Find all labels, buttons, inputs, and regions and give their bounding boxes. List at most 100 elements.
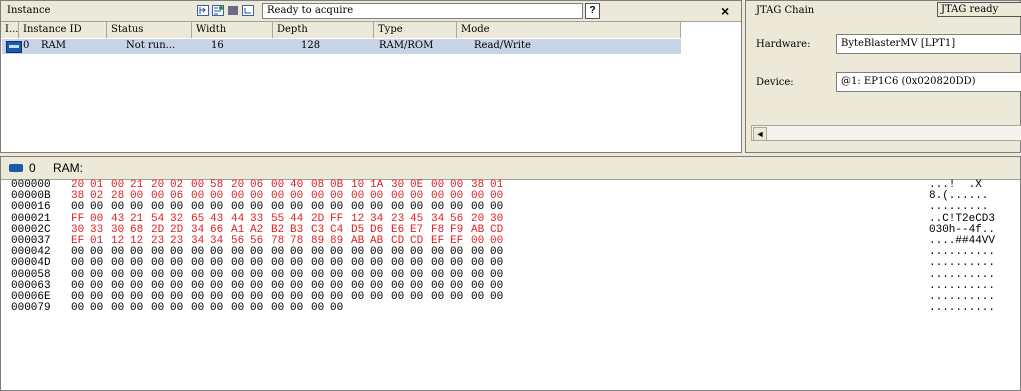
memory-byte[interactable]: 00: [450, 269, 463, 281]
memory-byte[interactable]: 00: [471, 292, 484, 303]
memory-byte[interactable]: 00: [471, 202, 484, 213]
memory-byte[interactable]: 00: [351, 269, 364, 281]
column-header-instance-id[interactable]: Instance ID: [19, 22, 107, 38]
memory-byte[interactable]: 00: [431, 202, 444, 213]
memory-byte[interactable]: 00: [370, 202, 383, 213]
memory-byte[interactable]: 00: [191, 303, 204, 314]
memory-byte[interactable]: 00: [71, 303, 84, 314]
memory-byte[interactable]: 00: [351, 202, 364, 213]
horizontal-scrollbar[interactable]: ◄: [751, 125, 1021, 141]
memory-byte[interactable]: 00: [130, 258, 143, 269]
memory-byte[interactable]: 00: [290, 269, 303, 281]
memory-byte[interactable]: 00: [370, 258, 383, 269]
memory-byte[interactable]: 44: [290, 213, 303, 225]
memory-byte[interactable]: 00: [170, 269, 183, 281]
memory-byte[interactable]: 00: [191, 269, 204, 281]
memory-byte[interactable]: 00: [231, 269, 244, 281]
memory-byte[interactable]: 2D: [311, 213, 324, 225]
memory-byte[interactable]: 00: [311, 202, 324, 213]
memory-byte[interactable]: 00: [290, 202, 303, 213]
memory-byte[interactable]: 20: [471, 213, 484, 225]
memory-byte[interactable]: 00: [210, 269, 223, 281]
memory-byte[interactable]: 00: [410, 202, 423, 213]
memory-byte[interactable]: 00: [271, 258, 284, 269]
memory-byte[interactable]: 34: [370, 213, 383, 225]
memory-byte[interactable]: 00: [311, 269, 324, 281]
autorun-analysis-icon[interactable]: [212, 5, 224, 16]
memory-byte[interactable]: 00: [330, 258, 343, 269]
close-icon[interactable]: ×: [721, 3, 729, 19]
memory-byte[interactable]: 00: [490, 202, 503, 213]
memory-byte[interactable]: 00: [90, 202, 103, 213]
memory-byte[interactable]: 00: [311, 303, 324, 314]
memory-byte[interactable]: 00: [490, 258, 503, 269]
memory-byte[interactable]: 32: [170, 213, 183, 225]
memory-byte[interactable]: 00: [391, 269, 404, 281]
column-header-type[interactable]: Type: [374, 22, 457, 38]
memory-byte[interactable]: 44: [231, 213, 244, 225]
device-select[interactable]: @1: EP1C6 (0x020820DD): [836, 72, 1021, 92]
memory-byte[interactable]: 00: [431, 292, 444, 303]
memory-byte[interactable]: 00: [151, 258, 164, 269]
memory-byte[interactable]: 00: [250, 303, 263, 314]
memory-byte[interactable]: 00: [250, 202, 263, 213]
memory-byte[interactable]: 00: [71, 269, 84, 281]
memory-byte[interactable]: 00: [311, 258, 324, 269]
memory-byte[interactable]: 00: [250, 258, 263, 269]
memory-byte[interactable]: 23: [391, 213, 404, 225]
memory-byte[interactable]: 00: [151, 202, 164, 213]
memory-byte[interactable]: 00: [250, 269, 263, 281]
memory-byte[interactable]: 43: [210, 213, 223, 225]
memory-byte[interactable]: 54: [151, 213, 164, 225]
memory-byte[interactable]: 00: [170, 258, 183, 269]
stop-analysis-icon[interactable]: [227, 5, 239, 16]
column-header-mode[interactable]: Mode: [457, 22, 681, 38]
memory-byte[interactable]: 00: [210, 202, 223, 213]
memory-byte[interactable]: 34: [431, 213, 444, 225]
memory-byte[interactable]: 00: [391, 258, 404, 269]
help-button[interactable]: ?: [585, 3, 600, 19]
column-header-index[interactable]: I...: [1, 22, 19, 38]
column-header-width[interactable]: Width: [192, 22, 273, 38]
memory-byte[interactable]: 00: [111, 269, 124, 281]
memory-byte[interactable]: 00: [471, 269, 484, 281]
memory-byte[interactable]: 00: [370, 292, 383, 303]
memory-byte[interactable]: 00: [471, 258, 484, 269]
memory-byte[interactable]: 00: [431, 258, 444, 269]
memory-byte[interactable]: 00: [290, 303, 303, 314]
memory-byte[interactable]: 00: [450, 258, 463, 269]
memory-byte[interactable]: 00: [290, 258, 303, 269]
table-row[interactable]: 0 RAM Not run... 16 128 RAM/ROM Read/Wri…: [2, 39, 681, 54]
memory-byte[interactable]: 00: [90, 213, 103, 225]
memory-byte[interactable]: 00: [370, 269, 383, 281]
memory-byte[interactable]: 00: [410, 258, 423, 269]
memory-byte[interactable]: 00: [450, 202, 463, 213]
memory-byte[interactable]: FF: [71, 213, 84, 225]
memory-byte[interactable]: 00: [130, 303, 143, 314]
memory-byte[interactable]: 00: [71, 202, 84, 213]
memory-byte[interactable]: 00: [191, 258, 204, 269]
memory-byte[interactable]: 65: [191, 213, 204, 225]
memory-byte[interactable]: 00: [90, 269, 103, 281]
memory-byte[interactable]: 30: [490, 213, 503, 225]
memory-byte[interactable]: 55: [271, 213, 284, 225]
memory-byte[interactable]: 00: [391, 202, 404, 213]
memory-byte[interactable]: 00: [90, 303, 103, 314]
memory-byte[interactable]: 00: [231, 303, 244, 314]
memory-byte[interactable]: 00: [271, 269, 284, 281]
memory-byte[interactable]: 00: [210, 303, 223, 314]
memory-byte[interactable]: 56: [450, 213, 463, 225]
memory-byte[interactable]: 21: [130, 213, 143, 225]
memory-byte[interactable]: 00: [351, 292, 364, 303]
memory-byte[interactable]: 43: [111, 213, 124, 225]
hardware-select[interactable]: ByteBlasterMV [LPT1]: [836, 34, 1021, 54]
memory-byte[interactable]: 00: [351, 258, 364, 269]
run-analysis-icon[interactable]: [197, 5, 209, 16]
memory-byte[interactable]: FF: [330, 213, 343, 225]
column-header-status[interactable]: Status: [107, 22, 192, 38]
memory-byte[interactable]: 00: [151, 303, 164, 314]
memory-byte[interactable]: 00: [170, 202, 183, 213]
memory-byte[interactable]: 00: [210, 258, 223, 269]
memory-byte[interactable]: 00: [490, 292, 503, 303]
memory-byte[interactable]: 00: [130, 202, 143, 213]
